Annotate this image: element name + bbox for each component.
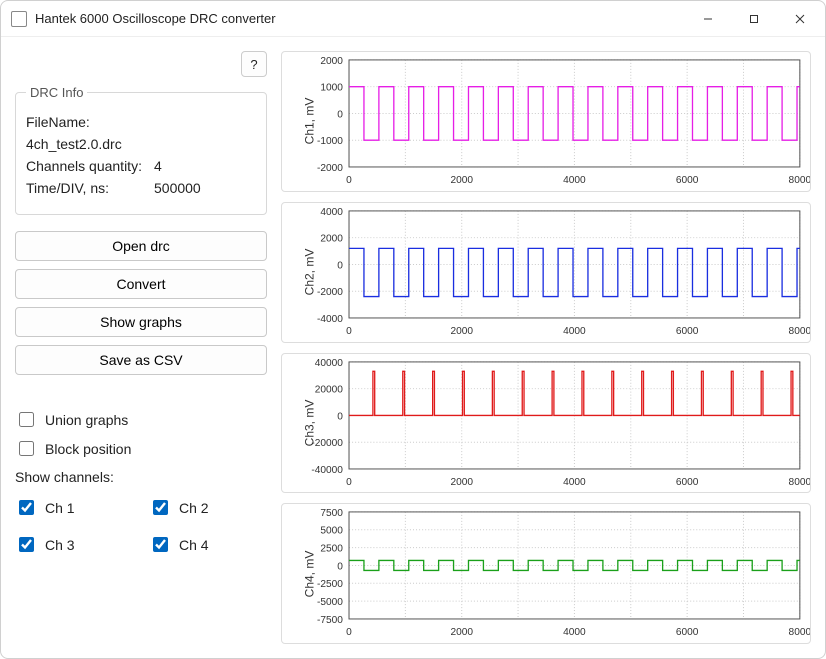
app-window: Hantek 6000 Oscilloscope DRC converter ?… (0, 0, 826, 659)
svg-text:0: 0 (346, 326, 352, 337)
svg-text:2000: 2000 (320, 233, 343, 244)
svg-text:0: 0 (346, 627, 352, 638)
svg-text:-4000: -4000 (317, 314, 343, 325)
svg-text:-2000: -2000 (317, 163, 343, 174)
svg-text:-5000: -5000 (317, 597, 343, 608)
app-icon (11, 11, 27, 27)
svg-text:2000: 2000 (450, 175, 473, 186)
svg-text:4000: 4000 (563, 476, 586, 487)
charts-panel: -2000-100001000200002000400060008000Ch1,… (281, 51, 811, 644)
filename-label: FileName: (26, 114, 154, 130)
show-graphs-button[interactable]: Show graphs (15, 307, 267, 337)
ch4-input[interactable] (153, 537, 168, 552)
union-graphs-label: Union graphs (45, 412, 128, 428)
svg-text:0: 0 (346, 476, 352, 487)
timediv-label: Time/DIV, ns: (26, 180, 154, 196)
svg-text:4000: 4000 (320, 207, 343, 218)
svg-text:-1000: -1000 (317, 136, 343, 147)
chart-ch3: -40000-200000200004000002000400060008000… (281, 353, 811, 494)
ch1-input[interactable] (19, 500, 34, 515)
union-graphs-checkbox[interactable]: Union graphs (15, 409, 267, 430)
svg-text:8000: 8000 (789, 175, 810, 186)
svg-text:40000: 40000 (315, 357, 344, 368)
svg-text:2000: 2000 (320, 56, 343, 67)
svg-text:-40000: -40000 (311, 465, 343, 476)
chart-ylabel: Ch3, mV (302, 400, 316, 447)
svg-text:0: 0 (337, 110, 343, 121)
channel-checkbox-grid: Ch 1 Ch 2 Ch 3 Ch 4 (15, 489, 267, 563)
svg-text:1000: 1000 (320, 83, 343, 94)
show-channels-label: Show channels: (15, 469, 267, 485)
filename-value: 4ch_test2.0.drc (26, 136, 256, 152)
svg-text:-7500: -7500 (317, 615, 343, 626)
window-title: Hantek 6000 Oscilloscope DRC converter (35, 11, 276, 26)
minimize-button[interactable] (685, 3, 731, 35)
convert-button[interactable]: Convert (15, 269, 267, 299)
ch2-input[interactable] (153, 500, 168, 515)
ch4-label: Ch 4 (179, 537, 209, 553)
svg-text:-2000: -2000 (317, 287, 343, 298)
chart-ch2: -4000 -2000 0 2000 4000 0 2000 4000 6000 8000 Ch2,… (281, 202, 811, 343)
drc-info-group: DRC Info FileName: 4ch_test2.0.drc Chann… (15, 85, 267, 215)
svg-text:20000: 20000 (315, 384, 344, 395)
ch2-checkbox[interactable]: Ch 2 (149, 497, 267, 518)
help-button[interactable]: ? (241, 51, 267, 77)
svg-text:2000: 2000 (450, 326, 473, 337)
svg-text:2000: 2000 (450, 627, 473, 638)
block-position-label: Block position (45, 441, 131, 457)
svg-text:6000: 6000 (676, 627, 699, 638)
ch1-label: Ch 1 (45, 500, 75, 516)
ch3-label: Ch 3 (45, 537, 75, 553)
chart-ylabel: Ch2, mV (302, 249, 316, 296)
chart-ylabel: Ch4, mV (302, 550, 316, 597)
union-graphs-input[interactable] (19, 412, 34, 427)
svg-text:2500: 2500 (320, 544, 343, 555)
client-area: ? DRC Info FileName: 4ch_test2.0.drc Cha… (1, 37, 825, 658)
svg-text:8000: 8000 (789, 476, 810, 487)
ch4-checkbox[interactable]: Ch 4 (149, 534, 267, 555)
ch3-checkbox[interactable]: Ch 3 (15, 534, 133, 555)
save-csv-button[interactable]: Save as CSV (15, 345, 267, 375)
svg-text:-2500: -2500 (317, 580, 343, 591)
options-group: Union graphs Block position Show channel… (15, 401, 267, 563)
svg-text:5000: 5000 (320, 526, 343, 537)
svg-text:0: 0 (346, 175, 352, 186)
left-panel: ? DRC Info FileName: 4ch_test2.0.drc Cha… (15, 51, 267, 644)
ch3-input[interactable] (19, 537, 34, 552)
open-drc-button[interactable]: Open drc (15, 231, 267, 261)
svg-text:4000: 4000 (563, 627, 586, 638)
chart-ylabel: Ch1, mV (302, 98, 316, 145)
svg-text:8000: 8000 (789, 326, 810, 337)
channels-label: Channels quantity: (26, 158, 154, 174)
block-position-checkbox[interactable]: Block position (15, 438, 267, 459)
channels-value: 4 (154, 158, 162, 174)
svg-text:6000: 6000 (676, 476, 699, 487)
svg-text:2000: 2000 (450, 476, 473, 487)
svg-text:4000: 4000 (563, 326, 586, 337)
titlebar: Hantek 6000 Oscilloscope DRC converter (1, 1, 825, 37)
block-position-input[interactable] (19, 441, 34, 456)
chart-ch4: -7500 -5000 -2500 0 2500 5000 7500 0 2000 4000 600… (281, 503, 811, 644)
svg-text:0: 0 (337, 411, 343, 422)
svg-text:7500: 7500 (320, 508, 343, 519)
svg-text:0: 0 (337, 562, 343, 573)
ch2-label: Ch 2 (179, 500, 209, 516)
svg-text:0: 0 (337, 260, 343, 271)
window-controls (685, 3, 823, 35)
ch1-checkbox[interactable]: Ch 1 (15, 497, 133, 518)
close-button[interactable] (777, 3, 823, 35)
svg-text:8000: 8000 (789, 627, 810, 638)
svg-text:6000: 6000 (676, 326, 699, 337)
maximize-button[interactable] (731, 3, 777, 35)
svg-text:6000: 6000 (676, 175, 699, 186)
timediv-value: 500000 (154, 180, 201, 196)
svg-text:4000: 4000 (563, 175, 586, 186)
chart-ch1: -2000 -1000 0 1000 2000 0 2000 4000 6000 8000 Ch1,… (281, 51, 811, 192)
drc-info-legend: DRC Info (26, 85, 87, 100)
